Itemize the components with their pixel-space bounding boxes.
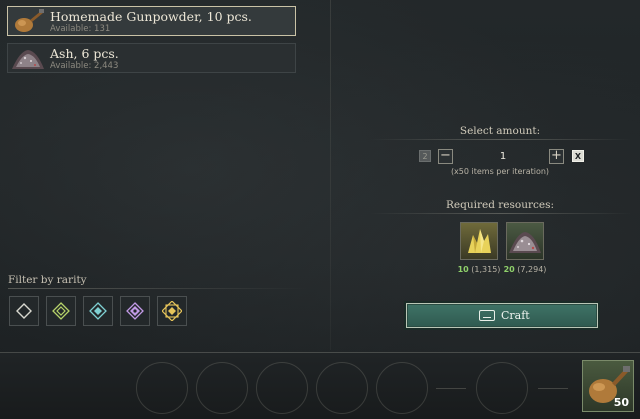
rarity-filter-uncommon[interactable]: [46, 296, 76, 326]
craft-button[interactable]: Craft: [406, 303, 598, 328]
gunpowder-flask-icon: [15, 9, 44, 32]
queue-slot-2[interactable]: [196, 362, 248, 414]
resource-slot-ash[interactable]: [506, 222, 544, 260]
resource-slot-sulfur[interactable]: [460, 222, 498, 260]
ash-pile-icon: [12, 50, 44, 69]
items-per-iteration-note: (x50 items per iteration): [450, 167, 550, 176]
set-min-button[interactable]: 2: [419, 150, 431, 162]
resource-required: 10: [457, 265, 469, 274]
rarity-legendary-icon: [162, 301, 182, 321]
spacebar-key-icon: [479, 310, 495, 321]
filter-divider: [8, 288, 308, 289]
set-max-button[interactable]: X: [572, 150, 584, 162]
select-amount-divider: [370, 139, 632, 140]
required-resources-divider: [370, 213, 632, 214]
recipe-item-ash[interactable]: Ash, 6 pcs. Available: 2,443: [7, 43, 296, 73]
rarity-uncommon-icon: [52, 302, 70, 320]
result-quantity: 50: [613, 396, 629, 409]
rarity-filter-rare[interactable]: [83, 296, 113, 326]
resource-owned: (1,315): [471, 265, 501, 274]
rarity-common-icon: [16, 303, 32, 319]
recipe-name: Homemade Gunpowder, 10 pcs.: [50, 9, 252, 24]
ash-pile-icon: [509, 232, 541, 253]
queue-slot-5[interactable]: [376, 362, 428, 414]
queue-slot-4[interactable]: [316, 362, 368, 414]
decrease-amount-button[interactable]: −: [438, 149, 453, 164]
amount-value[interactable]: 1: [457, 149, 549, 164]
select-amount-title: Select amount:: [459, 125, 541, 137]
rarity-filter-common[interactable]: [9, 296, 39, 326]
required-resources-title: Required resources:: [446, 199, 554, 211]
sulfur-crystal-icon: [468, 229, 491, 253]
craft-result-slot[interactable]: 50: [582, 360, 634, 412]
queue-connector: [538, 388, 568, 389]
recipe-item-gunpowder[interactable]: Homemade Gunpowder, 10 pcs. Available: 1…: [7, 6, 296, 36]
craft-button-label: Craft: [501, 309, 530, 322]
queue-slot-3[interactable]: [256, 362, 308, 414]
queue-connector: [436, 388, 466, 389]
rarity-filter-legendary[interactable]: [157, 296, 187, 326]
queue-slot-1[interactable]: [136, 362, 188, 414]
rarity-filter-epic[interactable]: [120, 296, 150, 326]
resource-required: 20: [503, 265, 515, 274]
recipe-available: Available: 2,443: [50, 61, 119, 71]
resource-owned: (7,294): [517, 265, 547, 274]
resource-count-sulfur: 10 (1,315): [454, 265, 504, 274]
increase-amount-button[interactable]: +: [549, 149, 564, 164]
queue-slot-6[interactable]: [476, 362, 528, 414]
rarity-rare-icon: [89, 302, 107, 320]
panel-divider: [330, 0, 331, 350]
filter-title: Filter by rarity: [8, 274, 87, 286]
recipe-available: Available: 131: [50, 24, 111, 34]
recipe-name: Ash, 6 pcs.: [50, 46, 119, 61]
resource-count-ash: 20 (7,294): [500, 265, 550, 274]
rarity-epic-icon: [126, 302, 144, 320]
